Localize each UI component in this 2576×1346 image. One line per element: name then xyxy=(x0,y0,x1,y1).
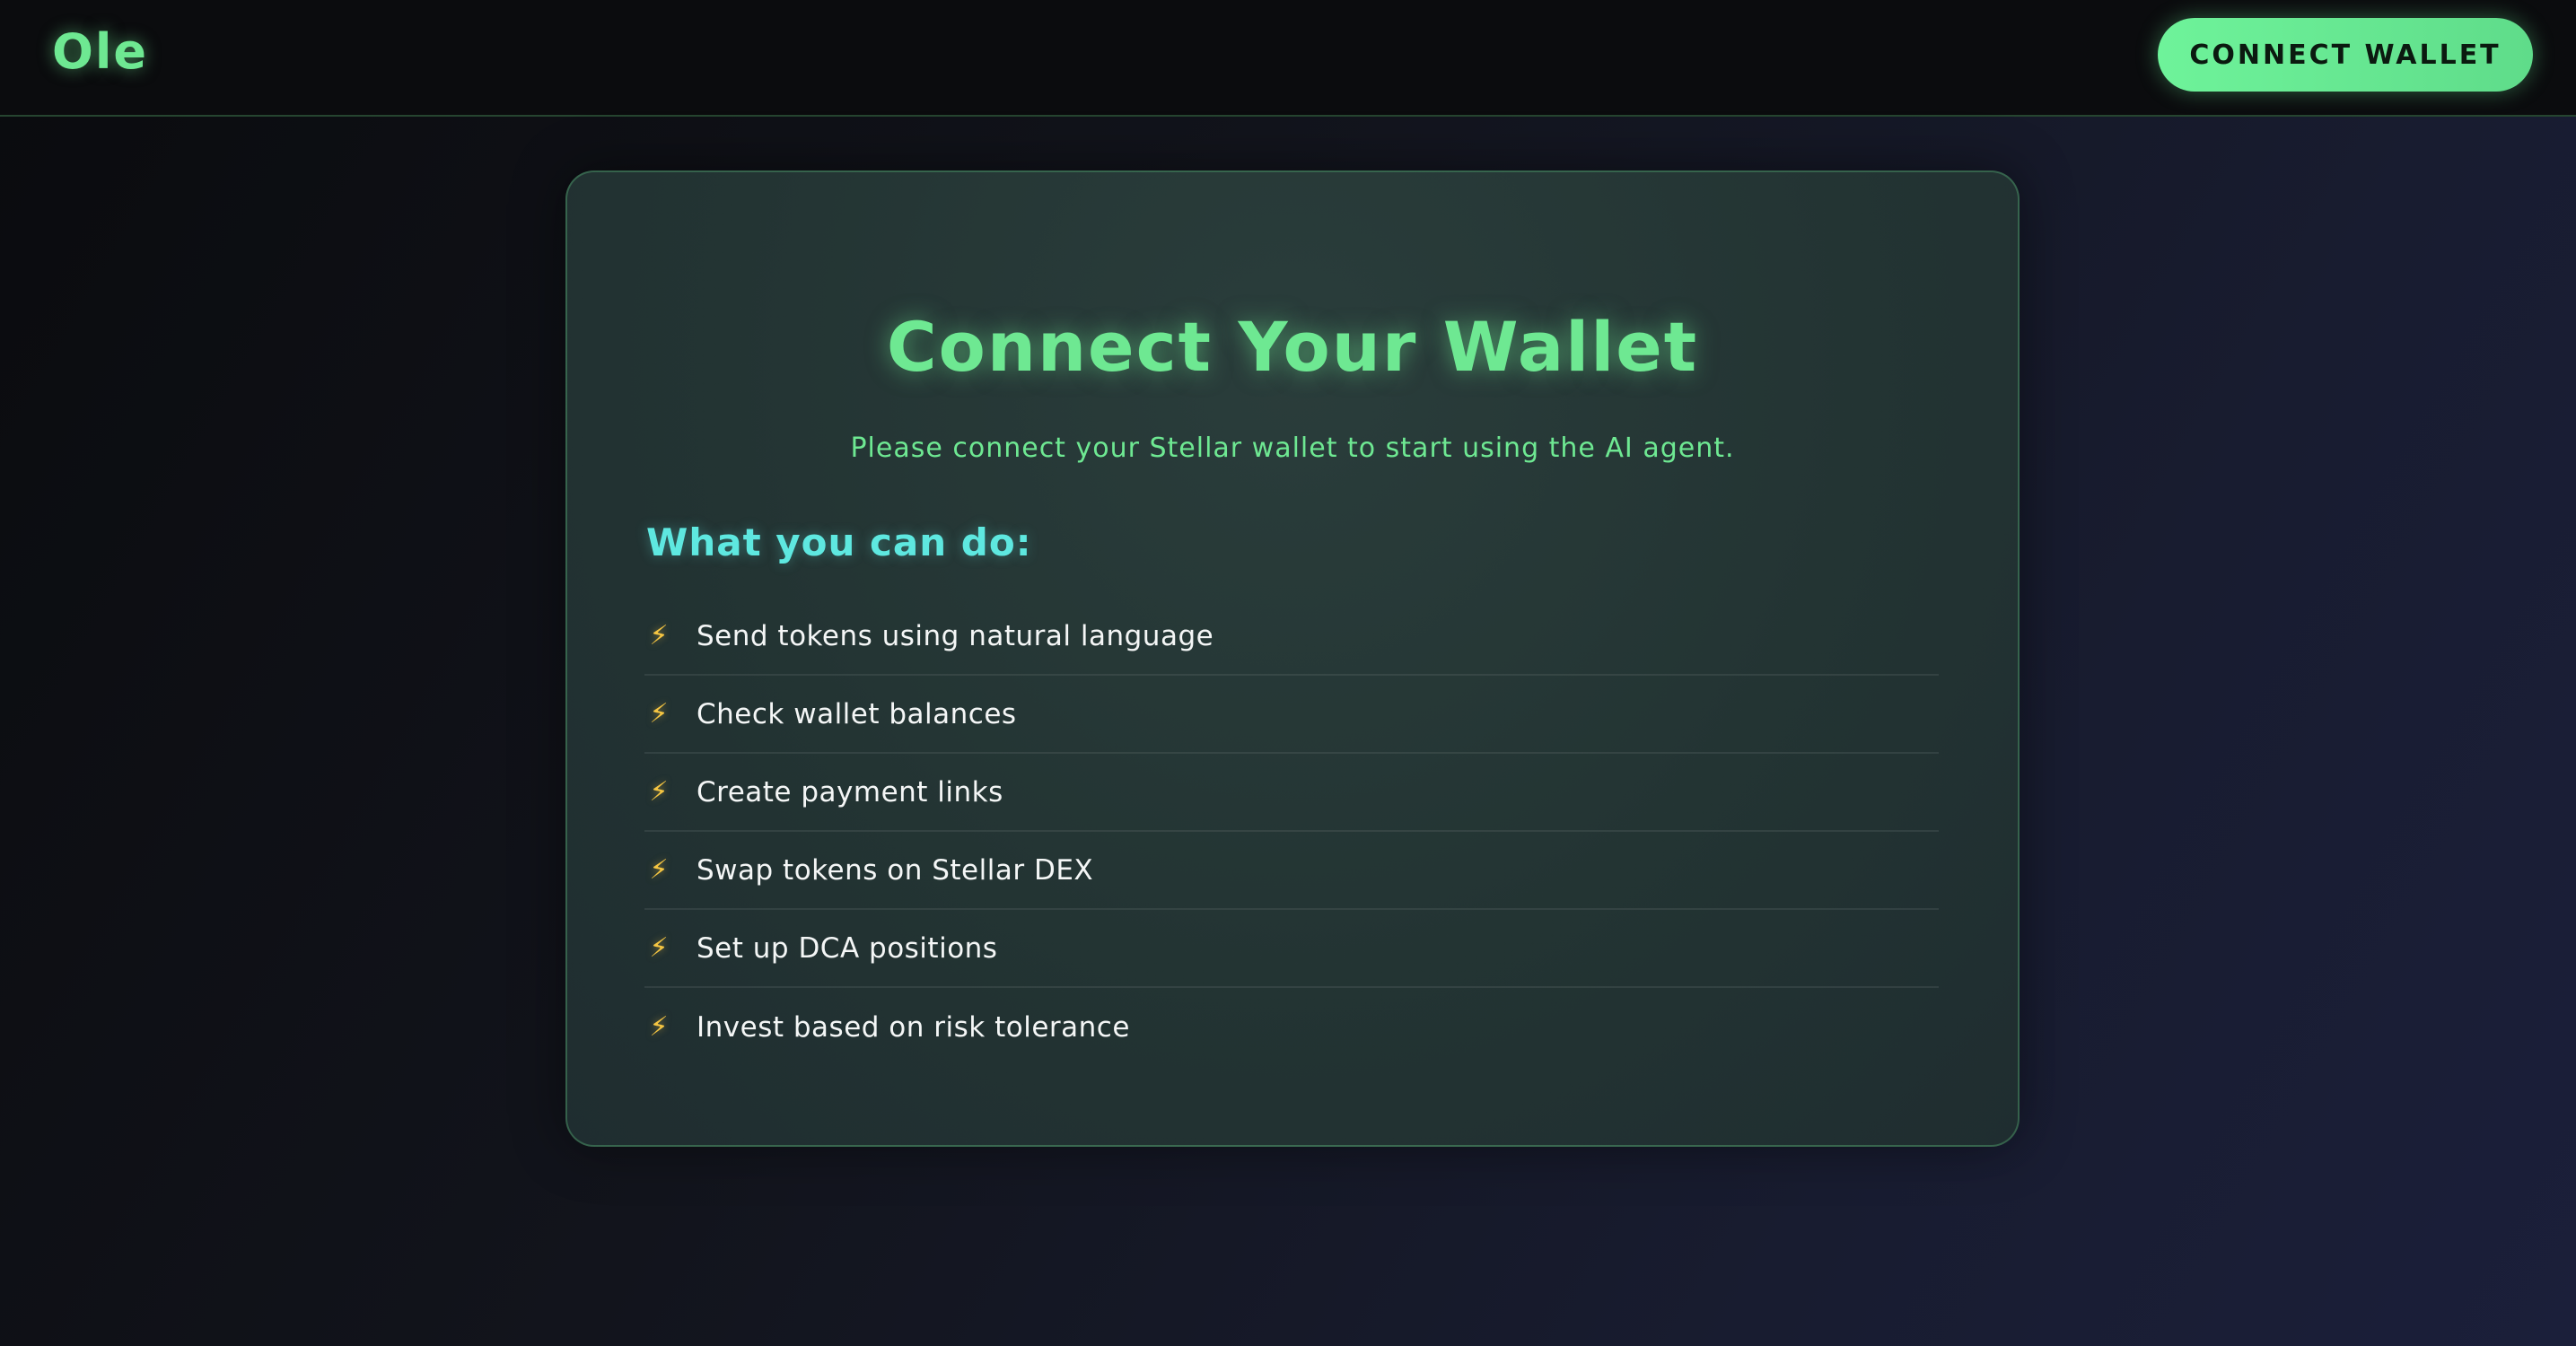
features-heading: What you can do: xyxy=(646,520,1032,564)
feature-label: Send tokens using natural language xyxy=(697,619,1214,652)
feature-label: Invest based on risk tolerance xyxy=(697,1010,1130,1044)
feature-item-invest-risk: ⚡ Invest based on risk tolerance xyxy=(644,988,1939,1066)
connect-wallet-button[interactable]: CONNECT WALLET xyxy=(2158,18,2533,92)
lightning-bolt-icon: ⚡ xyxy=(649,620,669,651)
lightning-bolt-icon: ⚡ xyxy=(649,698,669,730)
app-logo[interactable]: Ole xyxy=(52,23,148,80)
lightning-bolt-icon: ⚡ xyxy=(649,1011,669,1043)
feature-list: ⚡ Send tokens using natural language ⚡ C… xyxy=(644,598,1939,1066)
card-title: Connect Your Wallet xyxy=(886,307,1699,387)
feature-label: Create payment links xyxy=(697,775,1003,808)
feature-label: Swap tokens on Stellar DEX xyxy=(697,853,1094,887)
lightning-bolt-icon: ⚡ xyxy=(649,776,669,808)
lightning-bolt-icon: ⚡ xyxy=(649,932,669,964)
feature-item-check-balances: ⚡ Check wallet balances xyxy=(644,676,1939,754)
card-subtitle: Please connect your Stellar wallet to st… xyxy=(850,433,1735,464)
feature-item-swap-tokens: ⚡ Swap tokens on Stellar DEX xyxy=(644,832,1939,910)
lightning-bolt-icon: ⚡ xyxy=(649,854,669,886)
feature-item-dca-positions: ⚡ Set up DCA positions xyxy=(644,910,1939,988)
top-header: Ole CONNECT WALLET xyxy=(0,0,2576,117)
feature-label: Check wallet balances xyxy=(697,697,1017,730)
feature-item-send-tokens: ⚡ Send tokens using natural language xyxy=(644,598,1939,676)
feature-label: Set up DCA positions xyxy=(697,931,998,965)
feature-item-payment-links: ⚡ Create payment links xyxy=(644,754,1939,832)
